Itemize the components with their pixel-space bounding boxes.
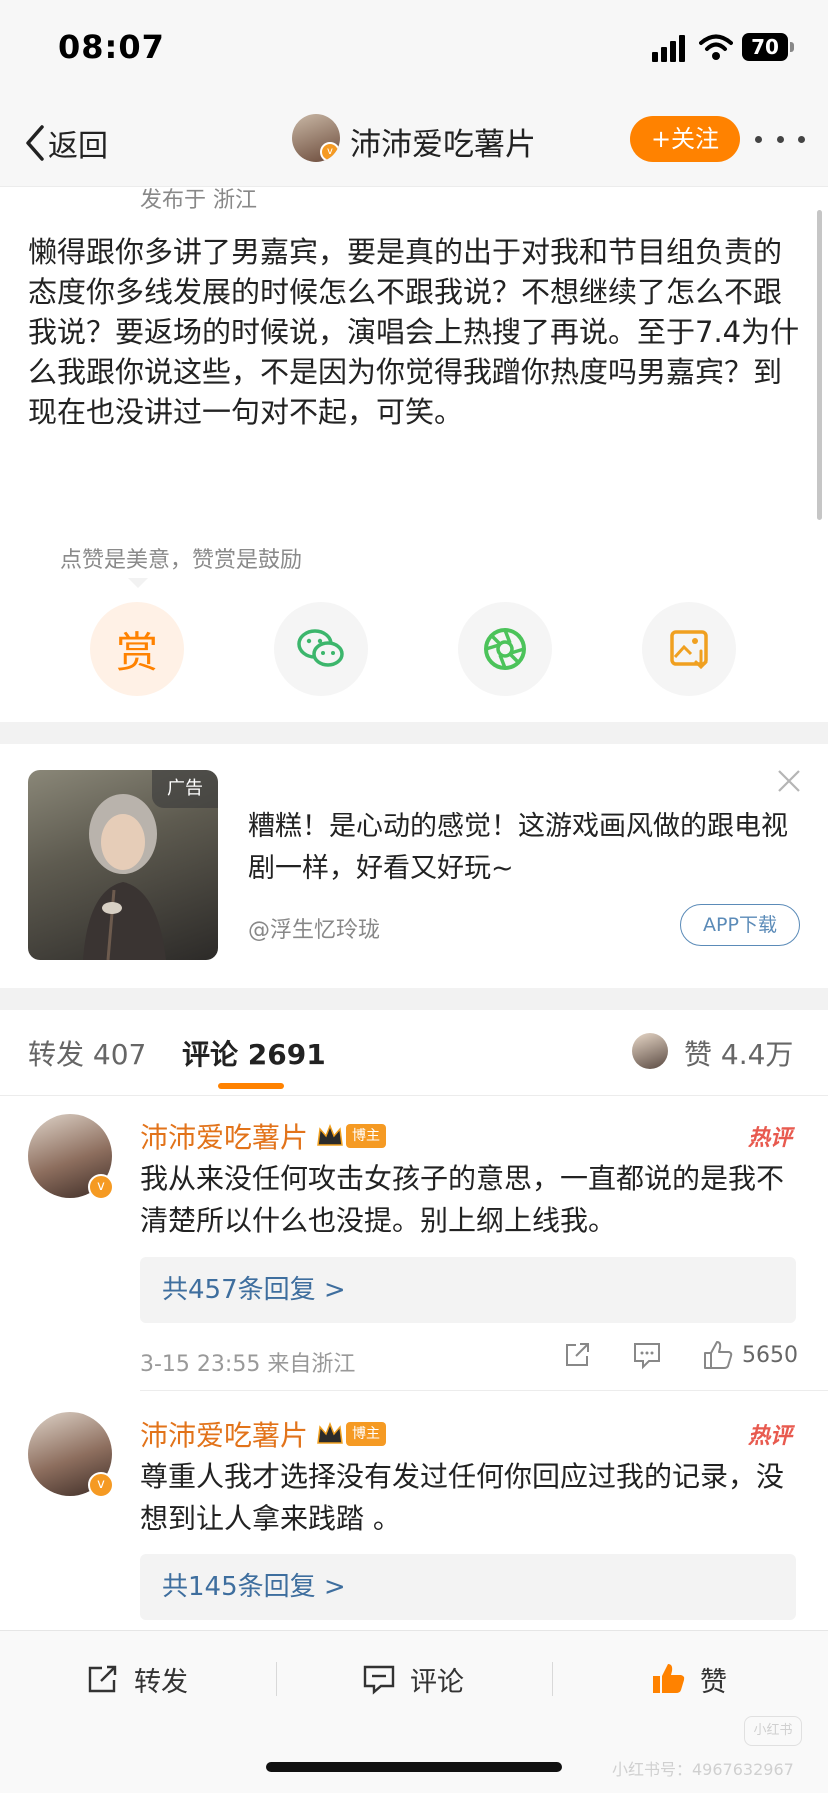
battery-indicator: 70	[742, 33, 794, 61]
comment-label: 评论	[410, 1666, 464, 1698]
more-options-icon[interactable]	[755, 124, 805, 154]
watermark-logo: 小红书	[744, 1716, 802, 1746]
ad-source[interactable]: @浮生忆玲珑	[248, 912, 380, 944]
tab-repost[interactable]: 转发 407	[28, 1033, 146, 1073]
watermark: 小红书号：4967632967	[612, 1760, 794, 1779]
view-replies-link[interactable]: 共145条回复 >	[140, 1554, 796, 1620]
crown-icon	[317, 1421, 343, 1444]
verified-badge-icon: v	[88, 1472, 114, 1498]
scrollbar[interactable]	[817, 210, 822, 520]
repost-button[interactable]: 转发	[86, 1656, 188, 1702]
like-button[interactable]: 赞	[650, 1656, 727, 1702]
commenter-avatar[interactable]: v	[28, 1114, 114, 1200]
home-indicator[interactable]	[266, 1762, 562, 1772]
moments-aperture-icon	[484, 628, 526, 670]
reward-char: 赏	[115, 627, 158, 677]
repost-label: 转发	[134, 1666, 188, 1698]
tab-active-indicator	[218, 1083, 284, 1089]
share-icon[interactable]	[562, 1340, 592, 1370]
comment-meta: 3-15 23:55 来自浙江	[140, 1352, 356, 1377]
commenter-avatar[interactable]: v	[28, 1412, 114, 1498]
view-replies-link[interactable]: 共457条回复 >	[140, 1257, 796, 1323]
comment-author[interactable]: 沛沛爱吃薯片 博主	[140, 1414, 387, 1454]
tab-comments[interactable]: 评论 2691	[182, 1033, 326, 1073]
comment-author-name: 沛沛爱吃薯片	[140, 1121, 309, 1154]
author-name[interactable]: 沛沛爱吃薯片	[350, 119, 536, 164]
back-button[interactable]: 返回	[22, 120, 108, 166]
ad-tag: 广告	[152, 770, 218, 808]
comment-text: 我从来没任何攻击女孩子的意思，一直都说的是我不清楚所以什么也没提。别上纲上线我。	[140, 1162, 785, 1237]
hot-comment-tag: 热评	[748, 1424, 793, 1449]
liker-avatar	[632, 1033, 668, 1069]
status-time: 08:07	[58, 28, 165, 66]
tab-likes[interactable]: 赞 4.4万	[684, 1033, 793, 1073]
published-location: 发布于 浙江	[140, 188, 257, 213]
thumbs-up-icon[interactable]	[702, 1340, 734, 1370]
save-image-button[interactable]	[642, 602, 736, 696]
comment-icon[interactable]	[632, 1340, 662, 1370]
blogger-badge: 博主	[346, 1124, 387, 1148]
author-avatar[interactable]: v	[292, 114, 340, 162]
thumbs-up-filled-icon	[653, 1664, 685, 1693]
comment-text: 尊重人我才选择没有发过任何你回应过我的记录，没想到让人拿来践踏 。	[140, 1460, 785, 1535]
wifi-icon	[699, 34, 733, 60]
comment-author[interactable]: 沛沛爱吃薯片 博主	[140, 1116, 387, 1156]
hint-pointer	[128, 578, 148, 588]
comment-button[interactable]: 评论	[362, 1656, 464, 1702]
save-image-icon	[670, 630, 708, 670]
toolbar-separator	[276, 1662, 277, 1696]
share-wechat-button[interactable]	[274, 602, 368, 696]
comment-actions: 5650	[562, 1340, 798, 1370]
back-label: 返回	[48, 129, 108, 164]
cellular-signal-icon	[652, 35, 685, 62]
reward-hint: 点赞是美意，赞赏是鼓励	[60, 548, 303, 573]
close-icon[interactable]	[776, 768, 802, 794]
repost-icon	[88, 1665, 117, 1693]
comment-like-count: 5650	[742, 1342, 798, 1368]
verified-badge-icon: v	[320, 142, 340, 162]
verified-badge-icon: v	[88, 1174, 114, 1200]
section-divider	[0, 988, 828, 1010]
toolbar-separator	[552, 1662, 553, 1696]
crown-icon	[317, 1123, 343, 1146]
app-download-button[interactable]: APP下载	[680, 904, 800, 946]
comment-author-name: 沛沛爱吃薯片	[140, 1419, 309, 1452]
ad-image[interactable]: 广告	[28, 770, 218, 960]
reward-button[interactable]: 赏	[90, 602, 184, 696]
follow-button[interactable]: +关注	[630, 116, 740, 162]
ad-text[interactable]: 糟糕！是心动的感觉！这游戏画风做的跟电视剧一样，好看又好玩~	[248, 806, 808, 890]
tabs-divider	[0, 1095, 828, 1096]
blogger-badge: 博主	[346, 1422, 387, 1446]
hot-comment-tag: 热评	[748, 1126, 793, 1151]
section-divider	[0, 722, 828, 744]
wechat-icon	[297, 629, 344, 667]
chevron-left-icon	[26, 125, 44, 161]
comment-divider	[140, 1390, 828, 1391]
comment-icon	[363, 1665, 395, 1695]
share-moments-button[interactable]	[458, 602, 552, 696]
post-body: 懒得跟你多讲了男嘉宾，要是真的出于对我和节目组负责的态度你多线发展的时候怎么不跟…	[28, 235, 800, 429]
like-label: 赞	[700, 1666, 727, 1698]
